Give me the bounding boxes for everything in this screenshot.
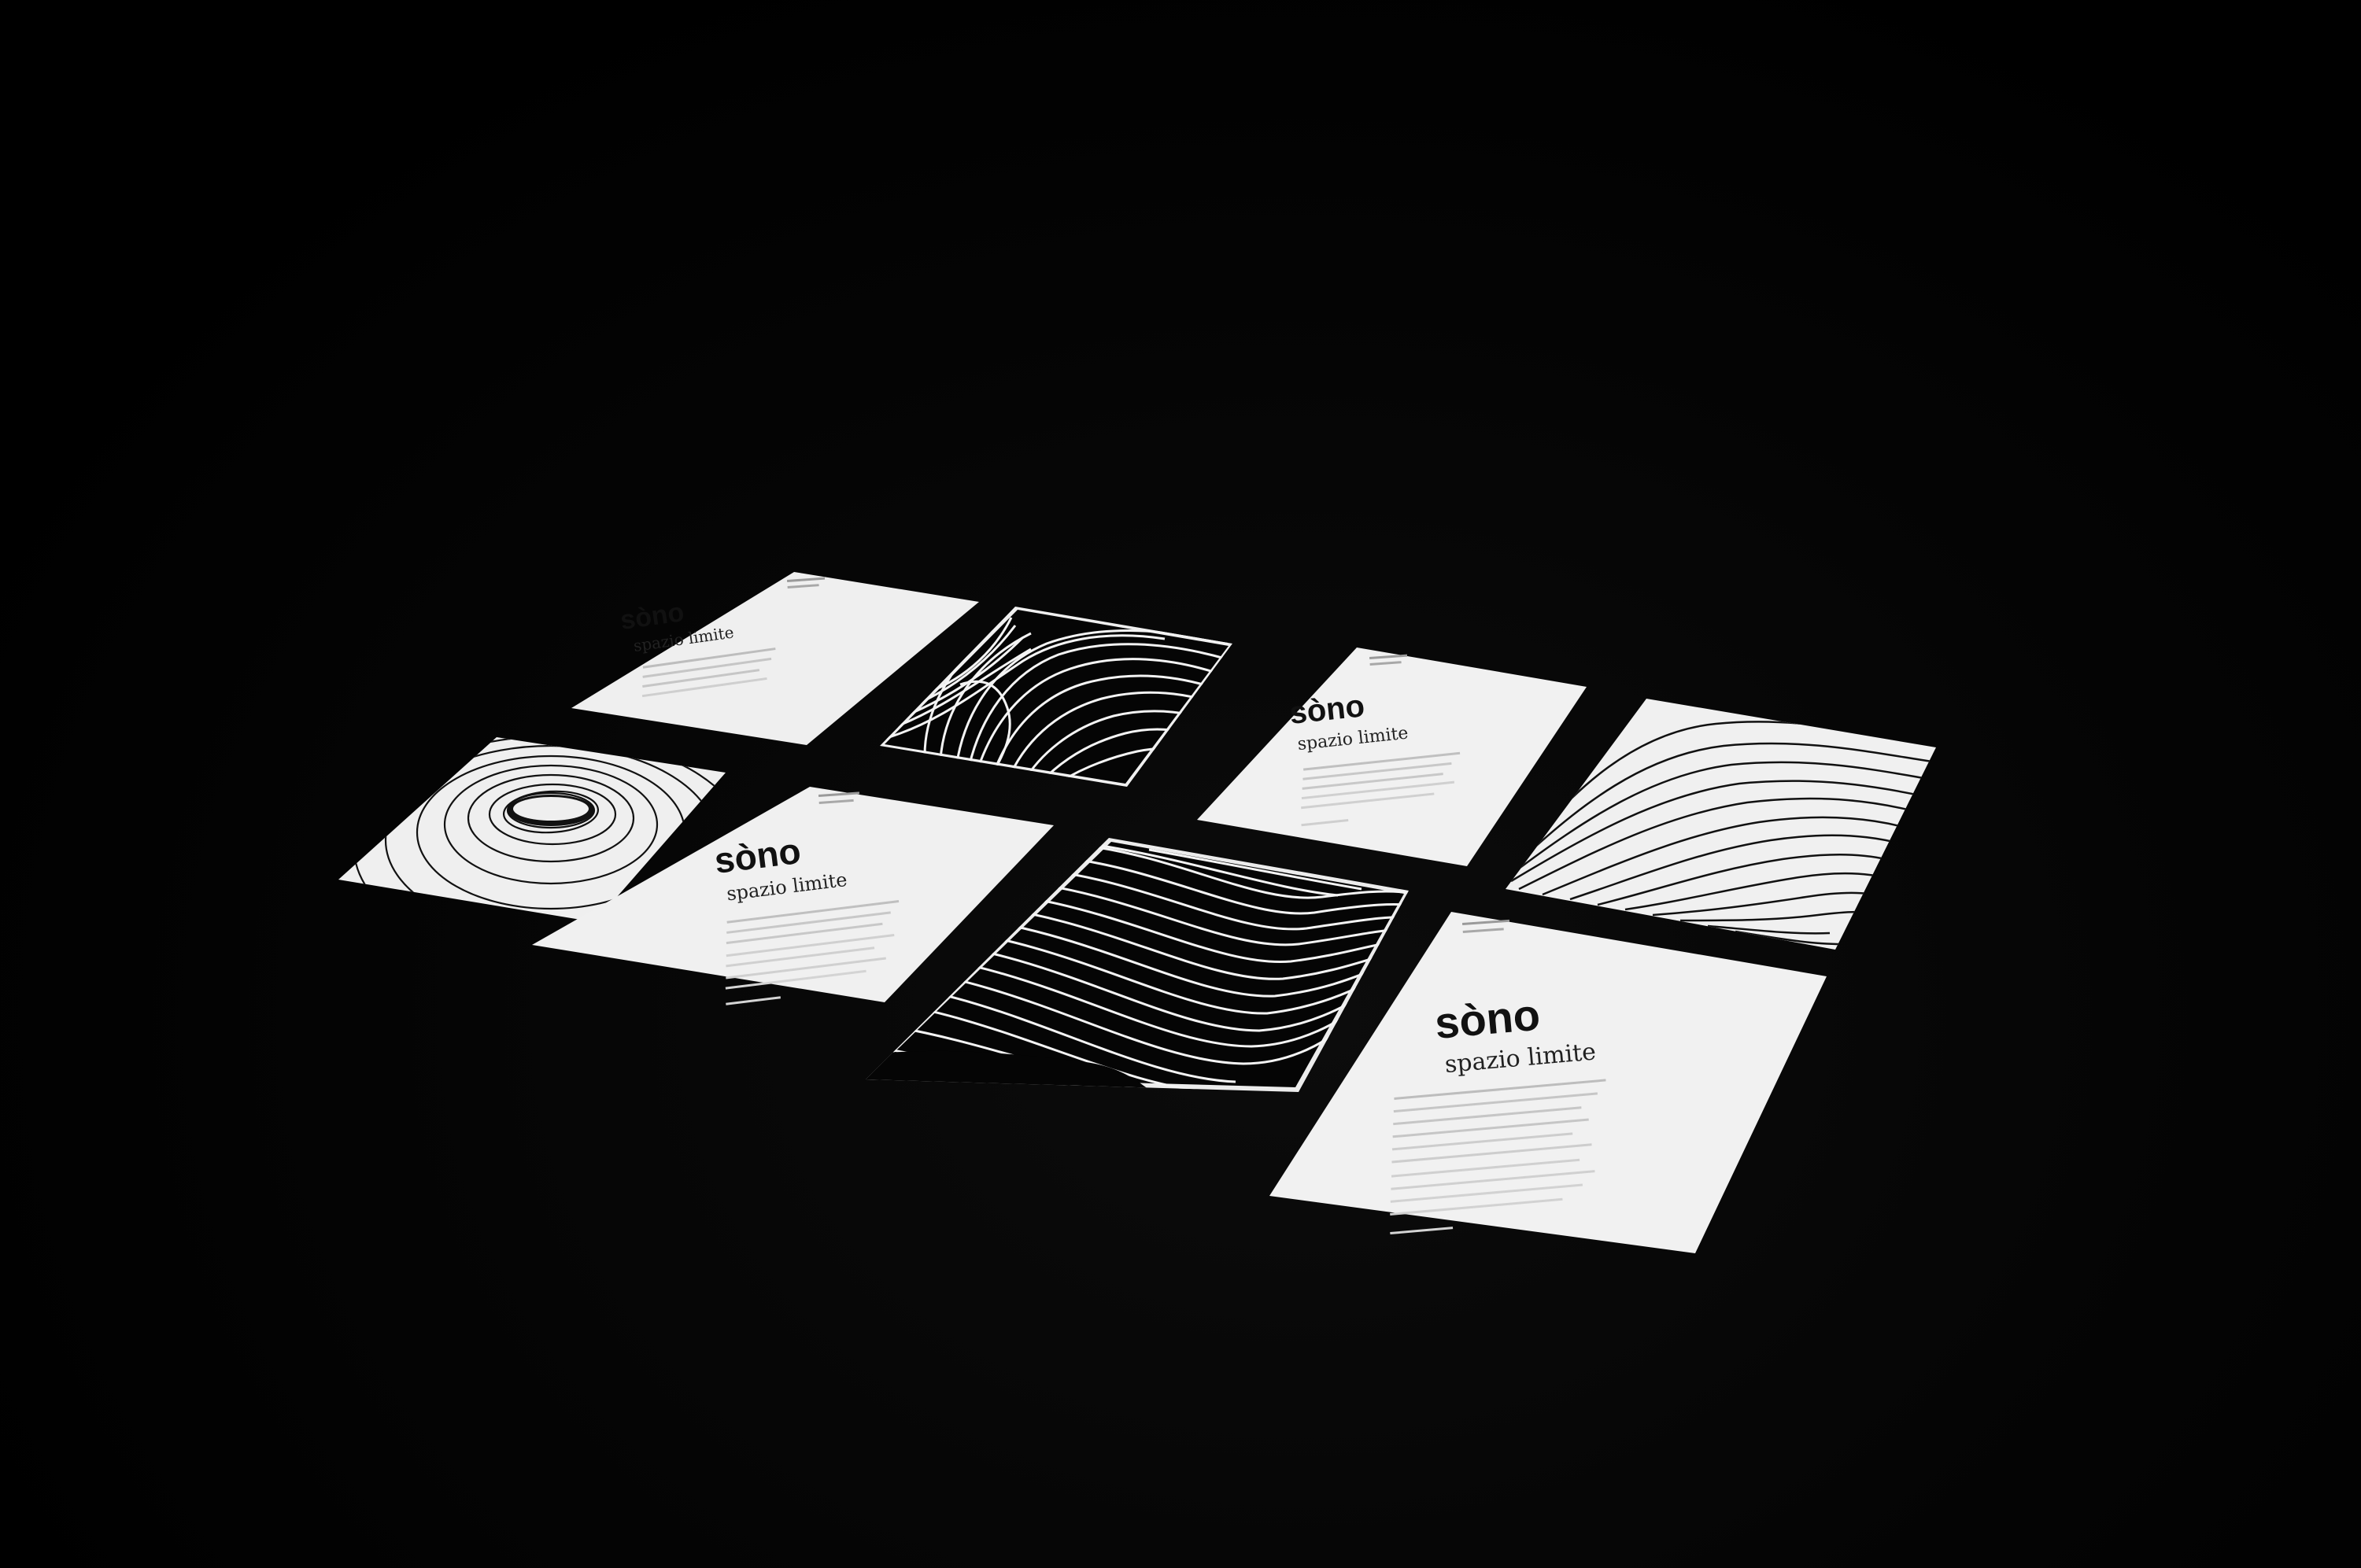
cards-layout: sòno spazio limite sòno spazio limite sò… bbox=[338, 572, 1936, 1253]
card-8-title: sòno bbox=[1433, 990, 1543, 1048]
card-3-text: sòno spazio limite bbox=[1197, 647, 1587, 866]
card-4-wave-pattern bbox=[1506, 699, 1936, 950]
photo-scene: sòno spazio limite sòno spazio limite sò… bbox=[0, 0, 2361, 1568]
